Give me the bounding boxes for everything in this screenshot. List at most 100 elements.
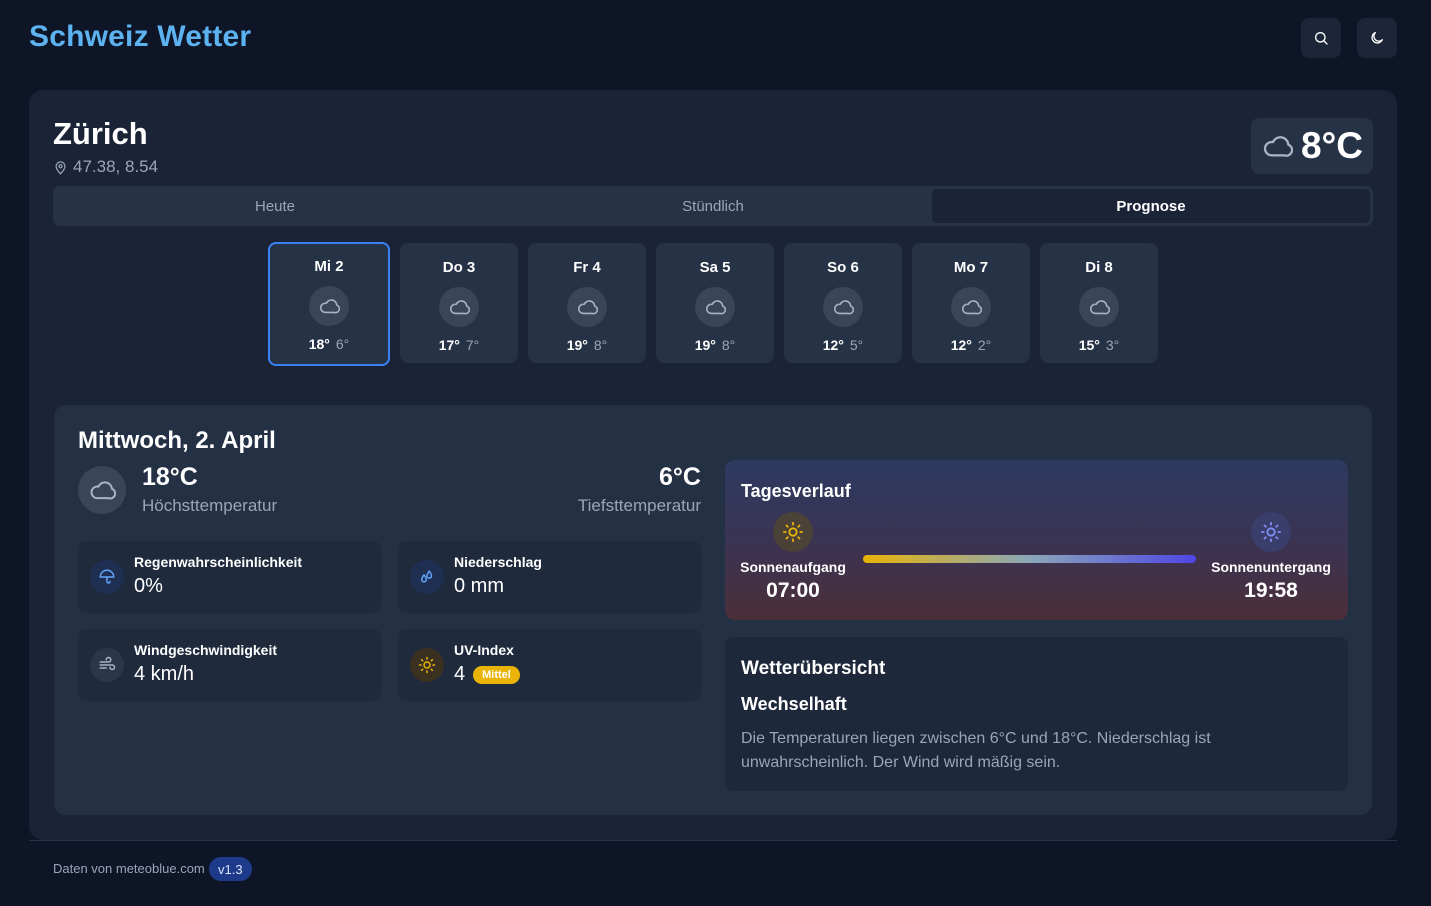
forecast-day-high: 18° xyxy=(308,336,330,352)
day-detail-title: Mittwoch, 2. April xyxy=(78,427,276,454)
forecast-day-high: 17° xyxy=(438,337,460,353)
rain-chance-text: 0% xyxy=(134,575,163,597)
uv-level-badge: Mittel xyxy=(473,665,520,684)
forecast-day-low: 6° xyxy=(335,336,350,352)
forecast-day-card[interactable]: Fr 4 19° 8° xyxy=(528,243,646,363)
cloud-icon xyxy=(567,287,607,327)
forecast-day-label: Do 3 xyxy=(442,259,476,276)
tab-stuendlich[interactable]: Stündlich xyxy=(494,189,932,223)
forecast-day-high: 12° xyxy=(822,337,844,353)
cloud-icon xyxy=(951,287,991,327)
forecast-day-temps: 15° 3° xyxy=(1079,337,1120,353)
sunrise-label: Sonnenaufgang xyxy=(740,559,846,575)
current-temperature: 8°C xyxy=(1251,118,1373,174)
wind-card: Windgeschwindigkeit 4 km/h xyxy=(78,629,381,701)
map-pin-icon xyxy=(55,160,66,175)
day-progress-panel: Tagesverlauf Sonnenaufgang 07:00 Sonnenu… xyxy=(725,460,1348,620)
rain-chance-label: Regenwahrscheinlichkeit xyxy=(134,554,303,570)
cloud-icon xyxy=(439,287,479,327)
forecast-day-high: 12° xyxy=(950,337,972,353)
app-title: Schweiz Wetter xyxy=(29,20,252,53)
forecast-day-low: 8° xyxy=(721,337,736,353)
forecast-day-high: 19° xyxy=(566,337,588,353)
day-weather-icon xyxy=(78,466,126,514)
overview-description: Die Temperaturen liegen zwischen 6°C und… xyxy=(741,730,1211,771)
search-icon xyxy=(1315,32,1328,45)
forecast-day-label: Sa 5 xyxy=(699,259,731,276)
sunset-time: 19:58 xyxy=(1244,579,1298,602)
rain-chance-card: Regenwahrscheinlichkeit 0% xyxy=(78,541,381,613)
low-temperature-label: Tiefsttemperatur xyxy=(577,496,701,515)
day-progress-title: Tagesverlauf xyxy=(741,481,851,501)
forecast-day-temps: 12° 5° xyxy=(823,337,864,353)
overview-condition: Wechselhaft xyxy=(741,694,847,714)
forecast-day-temps: 12° 2° xyxy=(951,337,992,353)
tab-heute[interactable]: Heute xyxy=(56,189,494,223)
forecast-day-card[interactable]: Mo 7 12° 2° xyxy=(912,243,1030,363)
sunrise-time: 07:00 xyxy=(766,579,820,602)
high-temperature-label: Höchsttemperatur xyxy=(142,496,278,515)
footer-divider xyxy=(29,840,1397,841)
weather-overview-panel: Wetterübersicht Wechselhaft Die Temperat… xyxy=(725,637,1348,791)
precipitation-card: Niederschlag 0 mm xyxy=(398,541,701,613)
day-detail-panel: Mittwoch, 2. April 18°C Höchsttemperatur… xyxy=(54,405,1372,815)
uv-index-value: 4 Mittel xyxy=(454,663,520,686)
cloud-icon xyxy=(695,287,735,327)
sun-icon xyxy=(410,648,444,682)
wind-icon xyxy=(90,648,124,682)
current-temperature-value: 8°C xyxy=(1300,125,1364,166)
rain-chance-value: 0% xyxy=(134,575,163,598)
precipitation-label: Niederschlag xyxy=(454,554,542,570)
droplets-icon xyxy=(410,560,444,594)
city-name: Zürich xyxy=(53,116,148,151)
forecast-day-low: 5° xyxy=(849,337,864,353)
cloud-icon xyxy=(1079,287,1119,327)
tab-prognose[interactable]: Prognose xyxy=(932,189,1370,223)
forecast-day-card[interactable]: Sa 5 19° 8° xyxy=(656,243,774,363)
forecast-day-card[interactable]: Di 8 15° 3° xyxy=(1040,243,1158,363)
theme-toggle-button[interactable] xyxy=(1357,18,1397,58)
precipitation-value: 0 mm xyxy=(454,575,504,598)
uv-index-card: UV-Index 4 Mittel xyxy=(398,629,701,701)
forecast-day-card[interactable]: Do 3 17° 7° xyxy=(400,243,518,363)
daylight-progress-bar xyxy=(863,555,1196,563)
sunset-icon xyxy=(1251,512,1291,552)
cloud-icon xyxy=(90,481,116,500)
sunrise-icon xyxy=(773,512,813,552)
forecast-day-temps: 19° 8° xyxy=(567,337,608,353)
forecast-day-low: 3° xyxy=(1105,337,1120,353)
precipitation-text: 0 mm xyxy=(454,575,504,597)
forecast-day-label: Fr 4 xyxy=(573,259,601,276)
forecast-day-high: 15° xyxy=(1078,337,1100,353)
uv-index-text: 4 xyxy=(454,663,466,685)
forecast-day-low: 2° xyxy=(977,337,992,353)
footer-source: Daten von meteoblue.com xyxy=(53,861,205,876)
sunset-label: Sonnenuntergang xyxy=(1211,559,1331,575)
moon-icon xyxy=(1371,31,1383,44)
weather-card: Zürich 47.38, 8.54 8°C Heute Stündlich P… xyxy=(29,90,1397,840)
forecast-day-list: Mi 2 18° 6° Do 3 17° 7° Fr 4 19° 8° Sa 5 19° 8° So 6… xyxy=(268,242,1158,366)
forecast-day-card[interactable]: So 6 12° 5° xyxy=(784,243,902,363)
forecast-day-low: 7° xyxy=(465,337,480,353)
wind-label: Windgeschwindigkeit xyxy=(134,642,277,658)
wind-value: 4 km/h xyxy=(134,663,194,686)
view-tabs: Heute Stündlich Prognose xyxy=(53,186,1373,226)
umbrella-icon xyxy=(90,560,124,594)
cloud-icon xyxy=(1263,136,1293,157)
forecast-day-label: Mo 7 xyxy=(953,259,989,276)
search-button[interactable] xyxy=(1301,18,1341,58)
wind-text: 4 km/h xyxy=(134,663,195,685)
forecast-day-temps: 19° 8° xyxy=(695,337,736,353)
uv-index-label: UV-Index xyxy=(454,642,514,658)
forecast-day-low: 8° xyxy=(593,337,608,353)
cloud-icon xyxy=(823,287,863,327)
cloud-icon xyxy=(309,286,349,326)
high-temperature: 18°C xyxy=(142,463,198,491)
low-temperature: 6°C xyxy=(659,463,701,491)
forecast-day-temps: 18° 6° xyxy=(309,336,350,352)
forecast-day-card[interactable]: Mi 2 18° 6° xyxy=(268,242,390,366)
forecast-day-high: 19° xyxy=(694,337,716,353)
forecast-day-label: Di 8 xyxy=(1085,259,1113,276)
coordinates: 47.38, 8.54 xyxy=(53,157,158,177)
coordinates-text: 47.38, 8.54 xyxy=(73,157,159,176)
